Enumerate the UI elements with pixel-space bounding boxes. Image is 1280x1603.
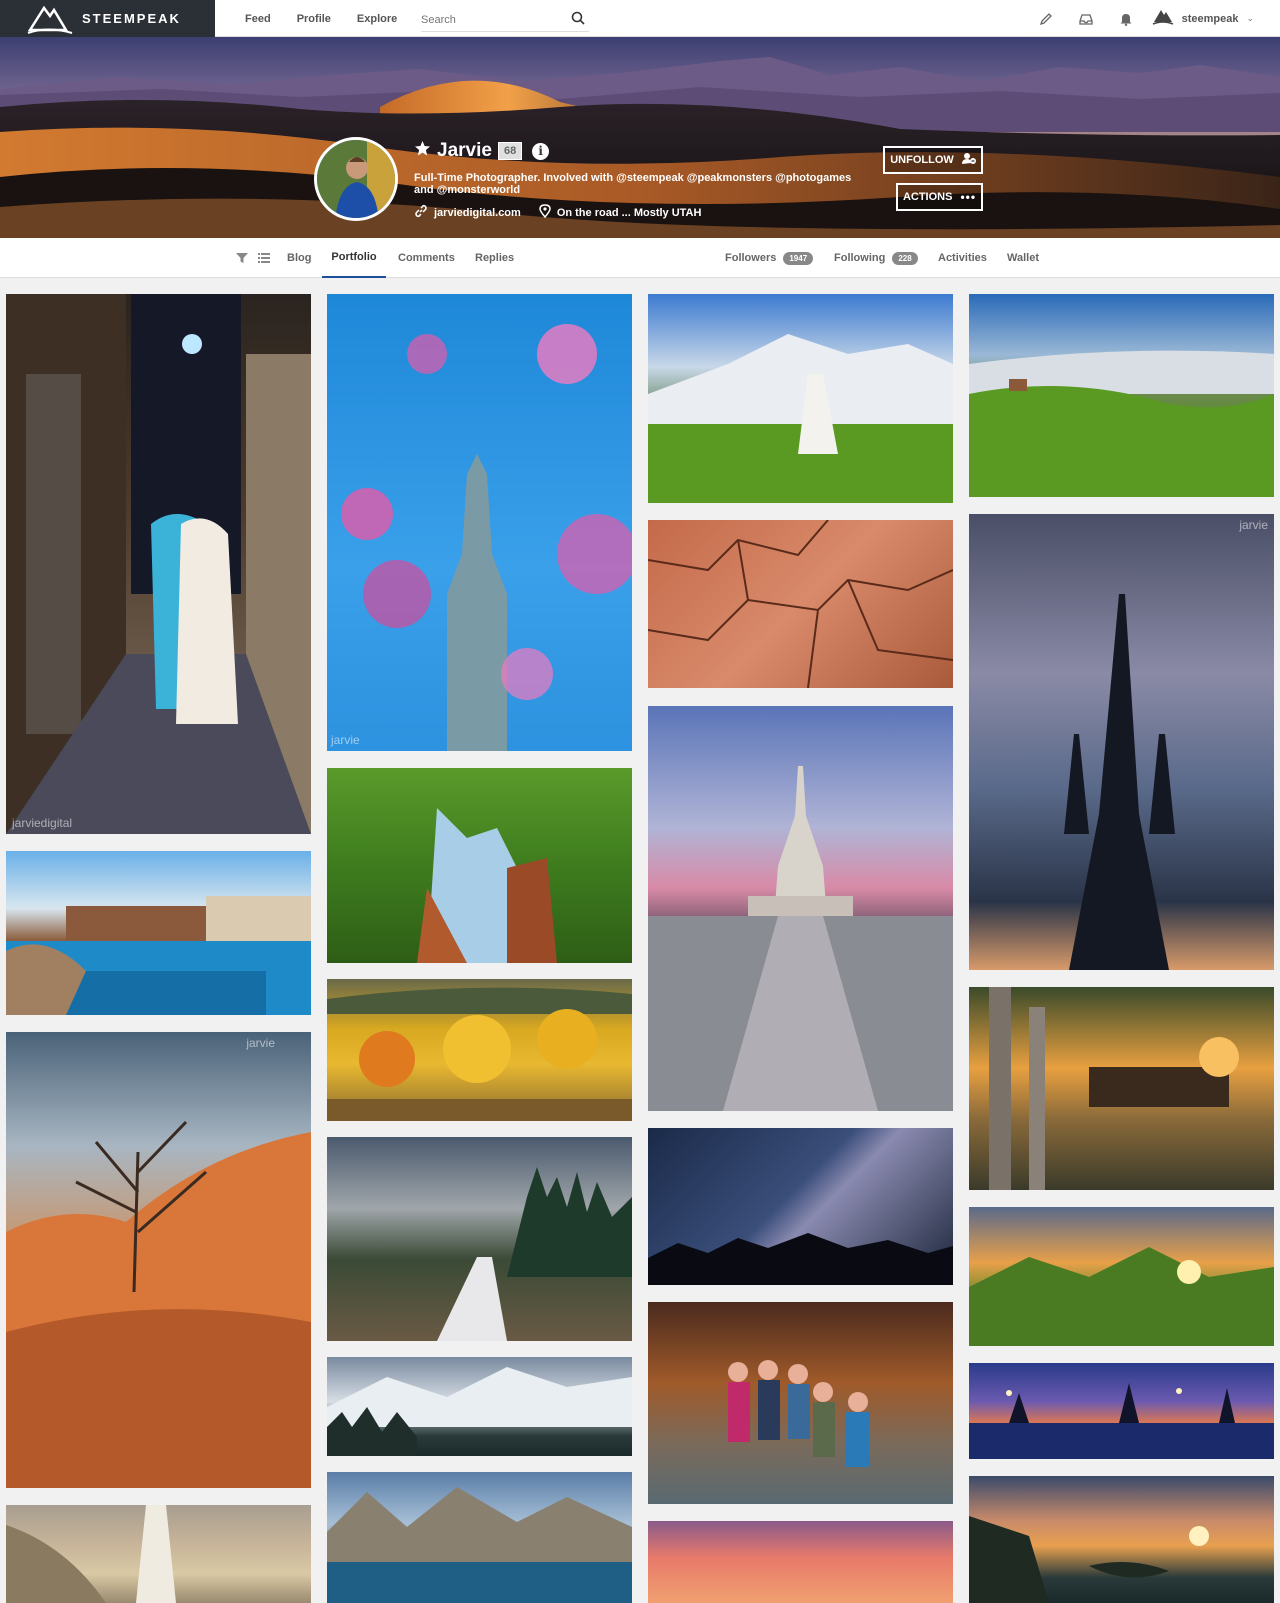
tab-wallet[interactable]: Wallet <box>1007 238 1039 278</box>
tab-portfolio[interactable]: Portfolio <box>322 238 386 278</box>
followers-label: Followers <box>725 252 777 264</box>
main-nav: Feed Profile Explore <box>245 0 423 37</box>
portfolio-photo[interactable] <box>327 979 632 1121</box>
following-label: Following <box>834 252 886 264</box>
profile-name: Jarvie <box>437 140 492 161</box>
username: steempeak <box>1181 12 1239 25</box>
portfolio-photo[interactable] <box>648 1128 953 1285</box>
portfolio-photo[interactable] <box>327 1137 632 1341</box>
tab-comments[interactable]: Comments <box>398 238 455 278</box>
nav-feed[interactable]: Feed <box>245 13 271 25</box>
search-icon[interactable] <box>571 11 585 30</box>
tab-replies[interactable]: Replies <box>475 238 514 278</box>
tab-followers[interactable]: Followers 1947 <box>725 238 814 278</box>
reputation-badge: 68 <box>497 142 523 160</box>
profile-meta: jarviedigital.com On the road ... Mostly… <box>414 204 701 221</box>
location-text: On the road ... Mostly UTAH <box>556 206 702 219</box>
unfollow-label: UNFOLLOW <box>890 154 954 166</box>
profile-name-row: Jarvie 68 i <box>414 140 550 162</box>
portfolio-photo[interactable] <box>969 1207 1274 1346</box>
tab-blog[interactable]: Blog <box>287 238 311 278</box>
mountain-logo-icon <box>26 0 74 37</box>
brand-name: STEEMPEAK <box>82 11 181 26</box>
website-link[interactable]: jarviedigital.com <box>434 207 521 219</box>
link-icon <box>414 204 428 221</box>
top-navbar: STEEMPEAK Feed Profile Explore steempeak… <box>0 0 1280 37</box>
info-icon[interactable]: i <box>532 142 550 160</box>
tab-following[interactable]: Following 228 <box>834 238 918 278</box>
tab-activities[interactable]: Activities <box>938 238 987 278</box>
portfolio-photo[interactable] <box>6 1505 311 1603</box>
profile-cover: Jarvie 68 i Full-Time Photographer. Invo… <box>0 37 1280 238</box>
watermark: jarviedigital <box>12 816 73 830</box>
pencil-icon[interactable] <box>1026 0 1066 37</box>
followers-count: 1947 <box>783 251 814 265</box>
portfolio-photo[interactable]: jarvie <box>969 514 1274 970</box>
portfolio-photo[interactable] <box>648 1302 953 1504</box>
portfolio-photo[interactable] <box>6 851 311 1015</box>
user-menu[interactable]: steempeak ⌄ <box>1152 7 1254 30</box>
portfolio-photo[interactable] <box>648 294 953 503</box>
nav-profile[interactable]: Profile <box>297 13 331 25</box>
more-dots-icon: ••• <box>960 190 977 204</box>
list-view-icon[interactable] <box>258 238 270 278</box>
unfollow-button[interactable]: UNFOLLOW <box>883 146 983 174</box>
watermark: jarvie <box>1239 518 1268 532</box>
portfolio-photo[interactable] <box>969 294 1274 497</box>
profile-tabs: Blog Portfolio Comments Replies Follower… <box>0 238 1280 278</box>
actions-button[interactable]: ACTIONS ••• <box>896 183 983 211</box>
following-count: 228 <box>892 251 918 265</box>
portfolio-photo[interactable]: jarviedigital <box>6 294 311 834</box>
chevron-down-icon: ⌄ <box>1246 13 1254 23</box>
portfolio-photo[interactable] <box>327 1472 632 1603</box>
watermark: jarvie <box>331 733 360 747</box>
star-icon <box>414 140 431 162</box>
search-box <box>421 8 589 32</box>
portfolio-photo[interactable] <box>969 1476 1274 1603</box>
portfolio-photo[interactable] <box>648 520 953 688</box>
portfolio-photo[interactable]: jarvie <box>6 1032 311 1488</box>
user-avatar-icon <box>1152 7 1174 30</box>
inbox-icon[interactable] <box>1066 0 1106 37</box>
portfolio-photo[interactable] <box>327 1357 632 1456</box>
watermark: jarvie <box>246 1036 275 1050</box>
portfolio-photo[interactable]: jarvie <box>327 294 632 751</box>
nav-explore[interactable]: Explore <box>357 13 397 25</box>
brand-logo[interactable]: STEEMPEAK <box>0 0 215 37</box>
portfolio-photo[interactable] <box>648 706 953 1111</box>
nav-actions: steempeak ⌄ <box>1026 0 1280 37</box>
actions-label: ACTIONS <box>902 191 953 203</box>
portfolio-photo[interactable] <box>327 768 632 963</box>
portfolio-photo[interactable] <box>648 1521 953 1603</box>
portfolio-photo[interactable] <box>969 987 1274 1190</box>
user-remove-icon <box>961 152 976 168</box>
location-pin-icon <box>539 204 551 221</box>
bell-icon[interactable] <box>1106 0 1146 37</box>
portfolio-photo[interactable] <box>969 1363 1274 1459</box>
filter-icon[interactable] <box>236 238 248 278</box>
profile-avatar[interactable] <box>314 137 398 221</box>
profile-bio: Full-Time Photographer. Involved with @s… <box>414 172 852 196</box>
search-input[interactable] <box>421 13 566 26</box>
